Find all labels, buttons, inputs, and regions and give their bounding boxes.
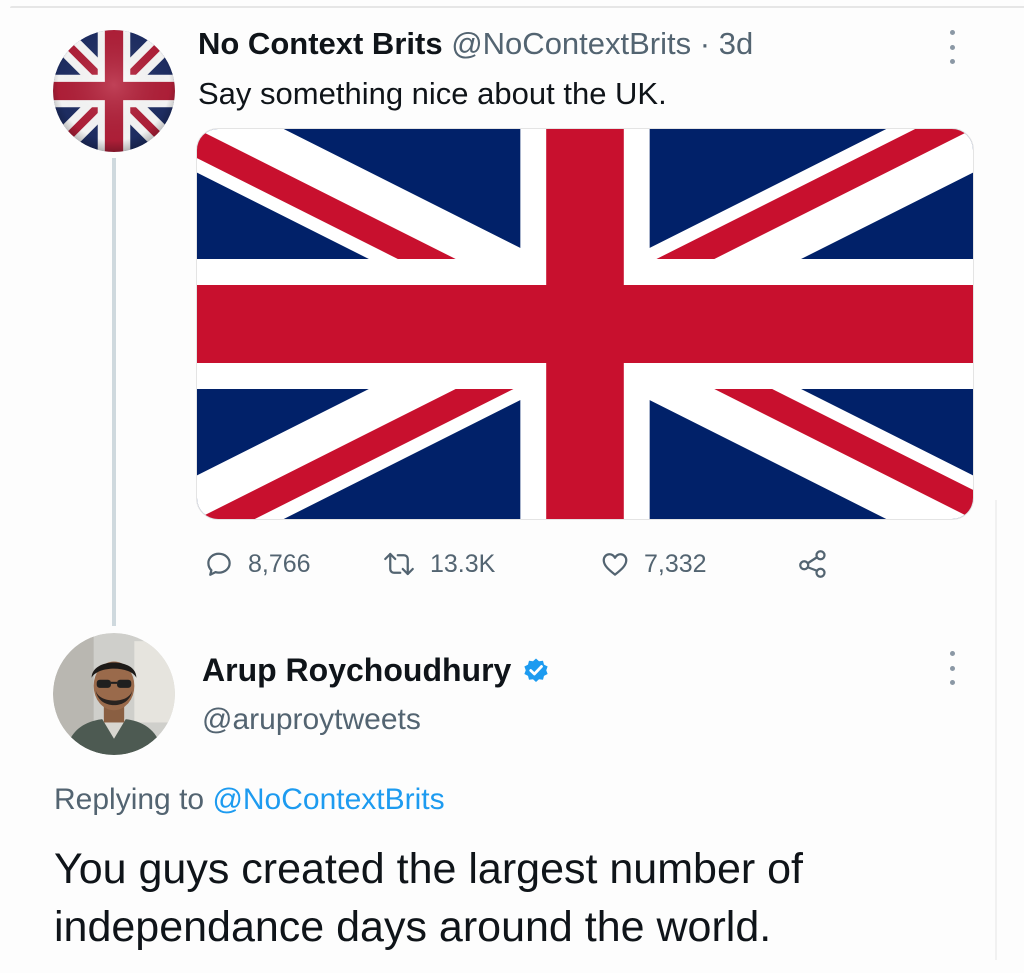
share-icon xyxy=(799,550,826,578)
reply-button[interactable]: 8,766 xyxy=(204,540,311,588)
like-count: 7,332 xyxy=(644,549,707,578)
tweet-timestamp[interactable]: 3d xyxy=(719,26,753,61)
tweet-header: No Context Brits @NoContextBrits · 3d xyxy=(198,24,753,64)
more-vertical-icon[interactable] xyxy=(946,30,958,64)
retweet-button[interactable]: 13.3K xyxy=(382,540,495,588)
author-display-name[interactable]: No Context Brits xyxy=(198,26,443,61)
reply-count: 8,766 xyxy=(248,549,311,578)
reply-author-display-name[interactable]: Arup Roychoudhury xyxy=(202,652,511,689)
replying-to-label: Replying to xyxy=(54,783,205,816)
retweet-icon xyxy=(384,552,414,576)
user-photo-avatar-icon xyxy=(53,633,175,755)
separator-dot: · xyxy=(699,26,711,61)
tweet-text: Say something nice about the UK. xyxy=(198,76,667,111)
verified-badge-icon xyxy=(521,655,551,685)
more-vertical-icon[interactable] xyxy=(946,651,958,685)
like-button[interactable]: 7,332 xyxy=(600,540,707,588)
retweet-count: 13.3K xyxy=(430,549,496,578)
reply-author-handle[interactable]: @aruproytweets xyxy=(202,700,421,740)
card-right-border xyxy=(995,500,997,960)
reply-tweet-text: You guys created the largest number of i… xyxy=(54,845,803,951)
tweet-thread: No Context Brits @NoContextBrits · 3d Sa… xyxy=(0,0,1024,973)
thread-connector xyxy=(112,158,116,626)
author-handle[interactable]: @NoContextBrits xyxy=(451,26,691,61)
card-border xyxy=(10,6,1024,8)
replying-to-line: Replying to @NoContextBrits xyxy=(54,780,445,820)
reply-icon xyxy=(207,552,231,576)
tweet-actions: 8,766 13.3K 7,332 xyxy=(196,540,876,588)
reply-author-row: Arup Roychoudhury xyxy=(202,648,551,692)
tweet-media-image[interactable] xyxy=(196,128,974,520)
reply-author-avatar[interactable] xyxy=(53,633,175,755)
replying-to-mention[interactable]: @NoContextBrits xyxy=(212,783,444,816)
union-jack-flag-icon xyxy=(197,129,973,519)
heart-icon xyxy=(602,553,628,576)
share-button[interactable] xyxy=(796,540,830,588)
author-avatar[interactable] xyxy=(53,30,175,152)
union-jack-avatar-icon xyxy=(53,30,175,152)
